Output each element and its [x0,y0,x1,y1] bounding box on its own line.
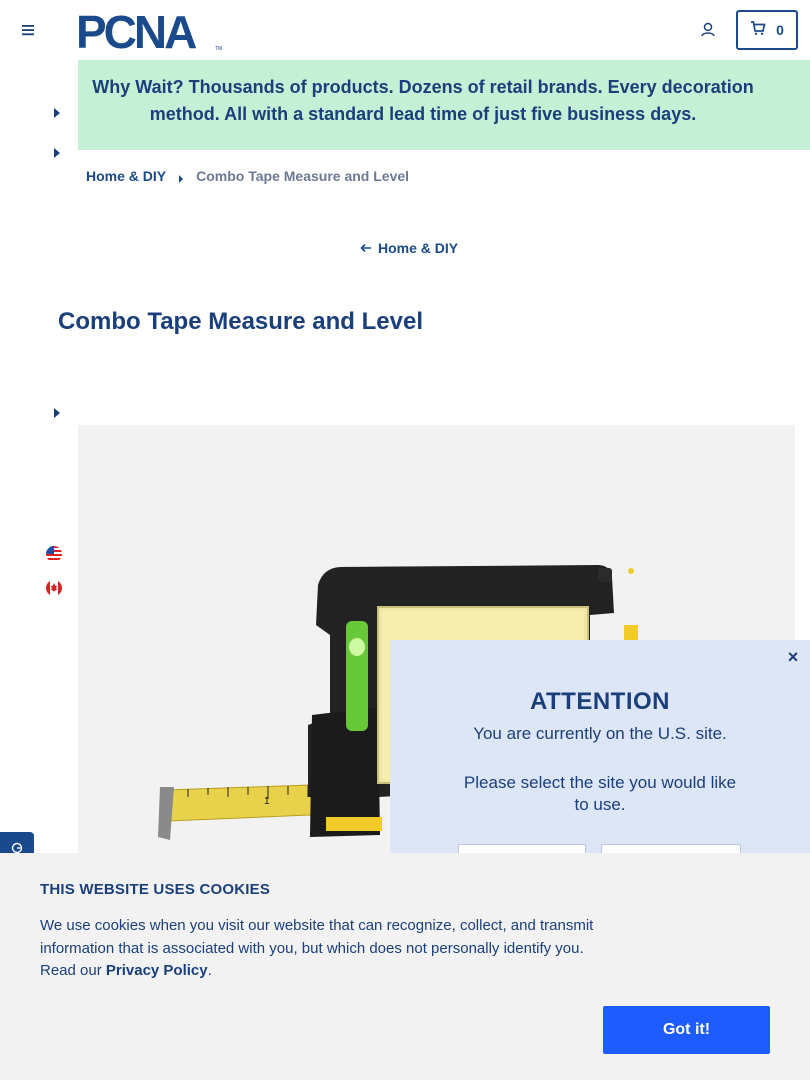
page-title: Combo Tape Measure and Level [58,308,423,335]
modal-message: You are currently on the U.S. site. [473,724,727,743]
close-icon[interactable]: × [784,648,802,666]
arrow-left-icon [360,240,372,256]
site-header: PCNA TM 0 [0,0,810,60]
chevron-right-icon[interactable] [52,146,62,158]
cart-count: 0 [776,22,784,38]
breadcrumb: Home & DIY Combo Tape Measure and Level [86,168,409,184]
page: PCNA TM 0 Why Wait? Thousands of product… [0,0,810,1080]
cart-icon [750,20,766,41]
logo-text: PCNA [76,10,196,52]
cookie-heading: THIS WEBSITE USES COOKIES [40,881,271,898]
privacy-policy-link[interactable]: Privacy Policy [106,962,208,979]
back-link-label: Home & DIY [378,240,459,256]
cookie-text: We use cookies when you visit our websit… [40,915,600,983]
breadcrumb-home-diy[interactable]: Home & DIY [86,168,166,184]
pcna-logo[interactable]: PCNA TM [76,6,226,58]
promo-banner: Why Wait? Thousands of products. Dozens … [78,60,810,150]
us-flag-icon[interactable] [45,545,63,563]
promo-text: Why Wait? Thousands of products. Dozens … [92,77,754,124]
chevron-right-icon[interactable] [52,406,62,418]
attention-modal: × ATTENTION You are currently on the U.S… [390,640,810,874]
breadcrumb-current: Combo Tape Measure and Level [196,168,410,184]
chevron-right-icon[interactable] [52,106,62,118]
modal-prompt: Please select the site you would like to… [463,773,737,814]
logo-trademark: TM [215,46,222,52]
menu-icon[interactable] [18,20,38,40]
cookie-banner: THIS WEBSITE USES COOKIES We use cookies… [0,853,810,1080]
chevron-right-icon [178,171,184,183]
cart-button[interactable]: 0 [736,10,798,50]
user-icon[interactable] [698,20,718,40]
back-link[interactable]: Home & DIY [360,240,458,256]
canada-flag-icon[interactable] [45,579,63,597]
svg-text:1: 1 [264,796,270,807]
modal-heading: ATTENTION [529,688,671,715]
cookie-body-end: . [207,962,212,979]
got-it-button[interactable]: Got it! [603,1006,770,1054]
